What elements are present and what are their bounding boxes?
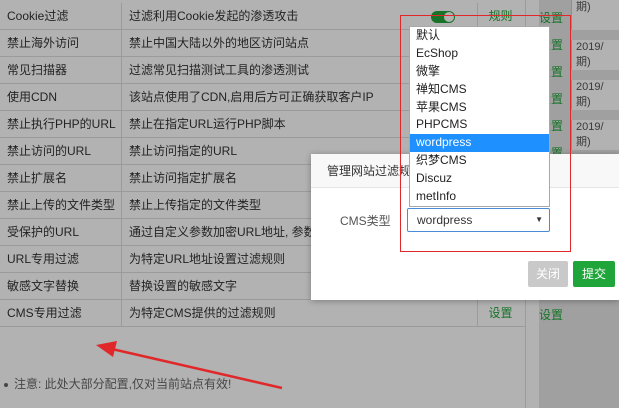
arrow-shaft (111, 347, 283, 390)
annotation-arrow (96, 341, 283, 390)
arrow-head (96, 341, 117, 357)
